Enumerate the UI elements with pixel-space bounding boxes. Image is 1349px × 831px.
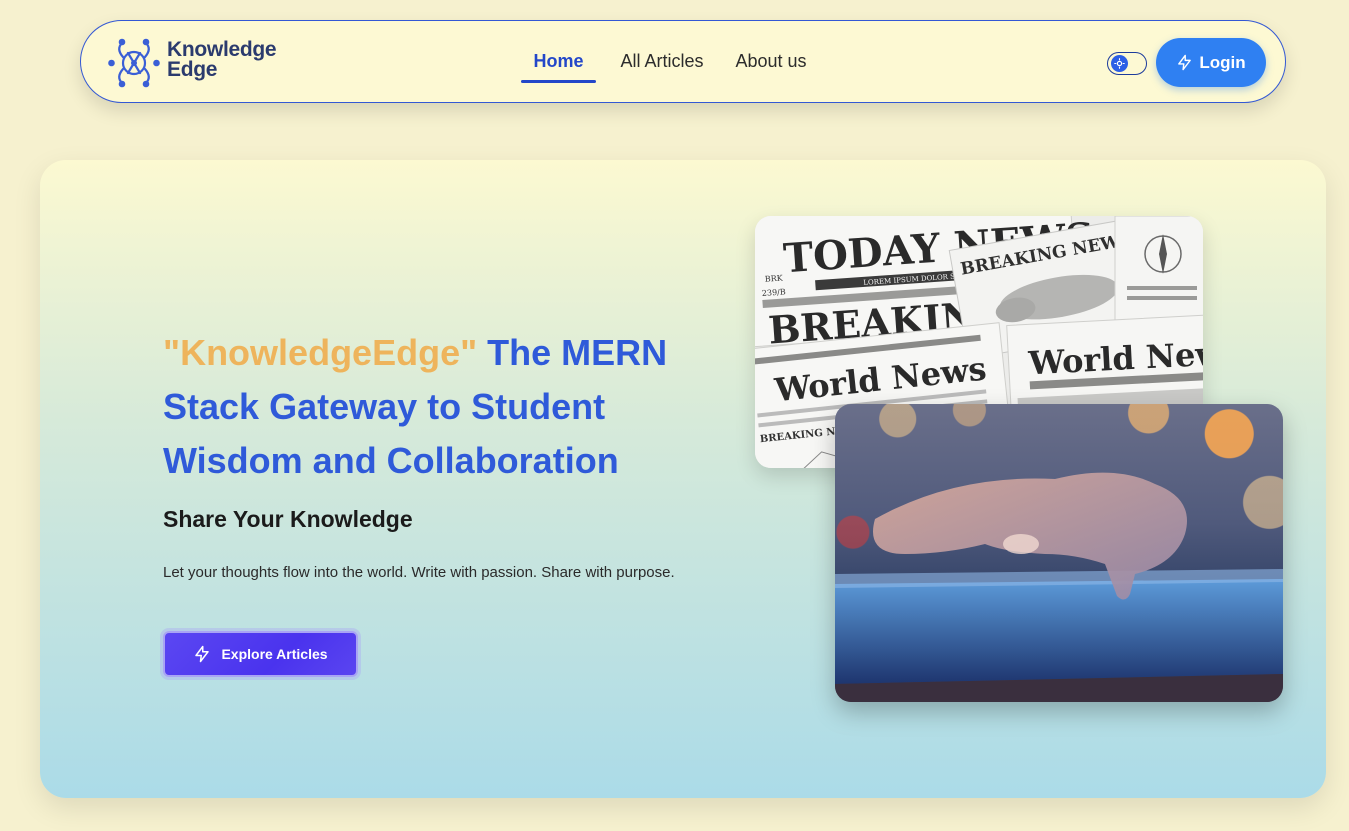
tablet-touch-image bbox=[835, 404, 1283, 702]
brand-name: Knowledge Edge bbox=[167, 38, 277, 81]
hero-title: "KnowledgeEdge" The MERN Stack Gateway t… bbox=[163, 326, 683, 488]
news-tag-brk: BRK bbox=[765, 273, 784, 283]
login-label: Login bbox=[1199, 52, 1246, 72]
brand-name-line2: Edge bbox=[167, 58, 218, 81]
explore-articles-button[interactable]: Explore Articles bbox=[163, 631, 358, 677]
nav-about-us[interactable]: About us bbox=[733, 39, 809, 83]
nav-all-articles[interactable]: All Articles bbox=[618, 39, 706, 83]
theme-toggle[interactable] bbox=[1107, 52, 1147, 75]
brand-logo[interactable]: Knowledge Edge bbox=[108, 37, 308, 89]
explore-articles-label: Explore Articles bbox=[221, 646, 328, 662]
brand-name-line1: Knowledge bbox=[167, 38, 277, 61]
lightning-icon bbox=[1178, 54, 1192, 71]
network-people-icon bbox=[108, 38, 160, 88]
hero-subtitle: Share Your Knowledge bbox=[163, 506, 413, 532]
hero-title-brand: "KnowledgeEdge" bbox=[163, 332, 478, 373]
sun-icon bbox=[1111, 55, 1128, 72]
navbar: Knowledge Edge Home All Articles About u… bbox=[80, 20, 1286, 103]
hero-description: Let your thoughts flow into the world. W… bbox=[163, 564, 675, 581]
news-tag-number: 239/B bbox=[762, 287, 787, 298]
lightning-icon bbox=[195, 645, 210, 663]
login-button[interactable]: Login bbox=[1156, 38, 1266, 87]
hero-section: "KnowledgeEdge" The MERN Stack Gateway t… bbox=[40, 160, 1326, 798]
nav-home[interactable]: Home bbox=[521, 39, 596, 83]
